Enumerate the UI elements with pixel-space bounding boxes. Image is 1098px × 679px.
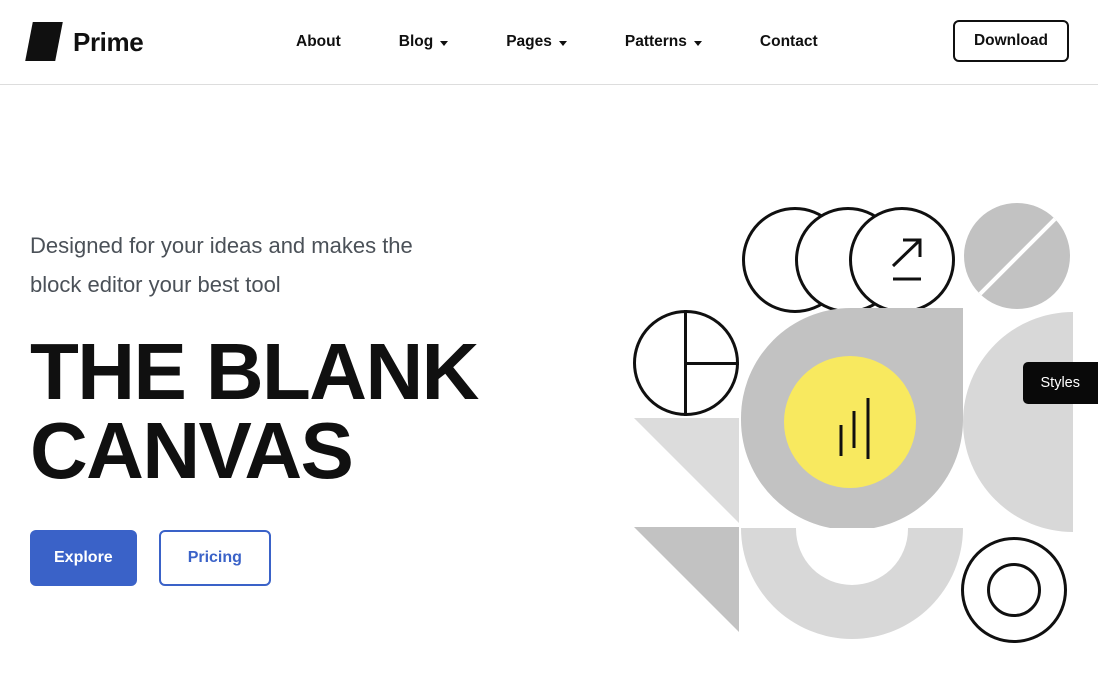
inner-ring-icon <box>987 563 1041 617</box>
nav-item-contact[interactable]: Contact <box>760 33 818 51</box>
nav-item-about[interactable]: About <box>296 33 341 51</box>
diagonal-slash-icon <box>974 212 1062 300</box>
light-grey-triangle-shape <box>634 418 739 523</box>
nav-item-label: Pages <box>506 33 552 50</box>
nav-item-label: Contact <box>759 33 818 50</box>
horizontal-divider-line <box>684 362 739 365</box>
hero-graphic <box>628 196 1098 659</box>
nav-item-label: About <box>296 33 341 50</box>
ascending-bars-icon <box>839 398 870 459</box>
half-donut-hole <box>796 528 908 585</box>
nav-item-pages[interactable]: Pages <box>506 33 595 51</box>
explore-button[interactable]: Explore <box>30 530 137 587</box>
brand-logo-link[interactable]: Prime <box>25 22 144 61</box>
quadrant-circle-icon <box>633 310 739 416</box>
arrow-up-right-icon <box>891 238 922 281</box>
brand-name: Prime <box>73 26 144 57</box>
chevron-down-icon <box>440 40 449 46</box>
light-grey-half-donut-shape <box>741 528 963 639</box>
chevron-down-icon <box>558 40 567 46</box>
styles-tooltip[interactable]: Styles <box>1022 362 1098 404</box>
nav-item-label: Patterns <box>624 33 687 50</box>
chevron-down-icon <box>693 40 702 46</box>
hero-title: THE BLANK CANVAS <box>30 327 479 496</box>
site-header: Prime About Blog Pages Patterns Contact … <box>0 0 1098 85</box>
nav-item-patterns[interactable]: Patterns <box>625 33 730 51</box>
download-button[interactable]: Download <box>952 20 1069 62</box>
dark-grey-triangle-shape <box>634 527 739 632</box>
hero-section: Designed for your ideas and makes the bl… <box>30 226 500 587</box>
grey-circle-with-slash-icon <box>964 203 1070 309</box>
hero-subtitle: Designed for your ideas and makes the bl… <box>30 233 413 297</box>
light-grey-semicircle-shape <box>963 312 1073 532</box>
hero-actions: Explore Pricing <box>30 530 500 587</box>
pricing-button[interactable]: Pricing <box>158 530 271 587</box>
nav-item-label: Blog <box>398 33 434 50</box>
nav-item-blog[interactable]: Blog <box>399 33 476 51</box>
main-navigation: About Blog Pages Patterns Contact <box>296 0 818 84</box>
parallelogram-logo-icon <box>25 22 63 61</box>
